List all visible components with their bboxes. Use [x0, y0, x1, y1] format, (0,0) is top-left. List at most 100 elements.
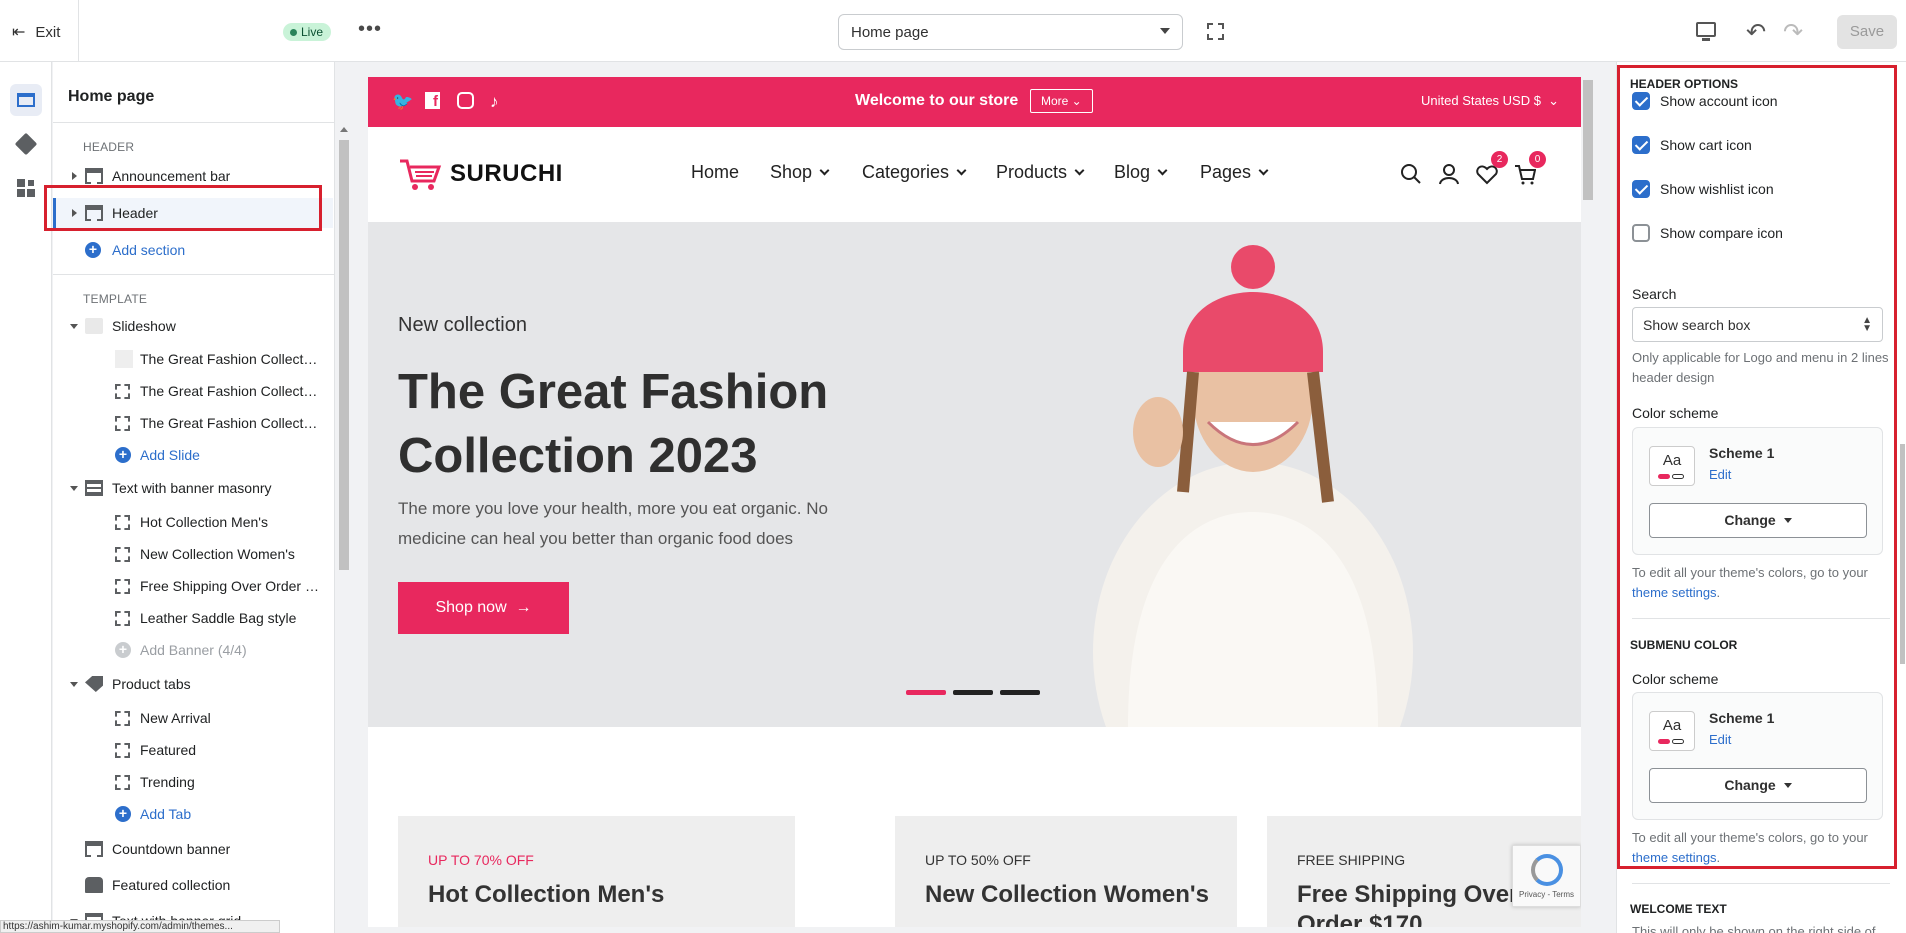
scroll-up-arrow-icon[interactable] — [340, 127, 348, 132]
highlight-box — [1617, 65, 1897, 869]
sidebar-item-slide[interactable]: The Great Fashion Collectio... — [53, 408, 333, 438]
facebook-icon[interactable]: f — [425, 92, 440, 110]
sidebar-item-banner[interactable]: Hot Collection Men's — [53, 507, 333, 537]
recaptcha-badge[interactable]: Privacy - Terms — [1512, 845, 1581, 907]
sidebar-scrollbar[interactable] — [339, 140, 349, 570]
exit-label: Exit — [35, 23, 61, 41]
sidebar-item-label: Product tabs — [112, 676, 191, 692]
announcement-text: Welcome to our store — [855, 92, 1019, 109]
button-label: Shop now — [435, 599, 507, 616]
save-button[interactable]: Save — [1837, 15, 1897, 49]
nav-label: Home — [691, 162, 740, 182]
nav-blog[interactable]: Blog — [1114, 162, 1168, 183]
sidebar-item-banner[interactable]: New Collection Women's — [53, 539, 333, 569]
page-selector[interactable]: Home page — [838, 14, 1183, 50]
sidebar-title: Home page — [68, 88, 155, 105]
logo-cart-icon — [400, 159, 442, 190]
chevron-down-icon — [1258, 165, 1269, 176]
promo-banner[interactable]: UP TO 70% OFF Hot Collection Men's — [398, 816, 795, 927]
status-url: https://ashim-kumar.myshopify.com/admin/… — [0, 920, 280, 933]
expand-icon — [72, 172, 77, 180]
divider — [53, 122, 334, 123]
sidebar-item-featured-collection[interactable]: Featured collection — [53, 870, 333, 900]
wishlist-icon[interactable]: 2 — [1476, 151, 1508, 185]
slide-dot[interactable] — [953, 690, 993, 695]
sidebar-item-label: Trending — [140, 774, 195, 790]
nav-home[interactable]: Home — [691, 162, 739, 183]
exit-button[interactable]: ⇤ Exit — [12, 22, 60, 42]
block-icon — [115, 610, 130, 626]
announcement-more-button[interactable]: More ⌄ — [1030, 89, 1093, 113]
search-icon[interactable] — [1400, 163, 1422, 185]
sidebar-item-label: The Great Fashion Collectio... — [140, 351, 320, 367]
account-icon[interactable] — [1438, 163, 1460, 185]
sidebar-item-slideshow[interactable]: Slideshow — [53, 311, 333, 341]
template-group-label: TEMPLATE — [83, 292, 148, 306]
undo-icon[interactable]: ↶ — [1746, 18, 1766, 47]
sidebar-item-label: Free Shipping Over Order $... — [140, 578, 320, 594]
sidebar-item-countdown-banner[interactable]: Countdown banner — [53, 834, 333, 864]
image-thumbnail-icon — [85, 318, 103, 334]
redo-icon[interactable]: ↷ — [1783, 18, 1803, 47]
panel-scrollbar[interactable] — [1900, 444, 1905, 664]
slide-dot[interactable] — [1000, 690, 1040, 695]
sidebar-item-label: Countdown banner — [112, 841, 231, 857]
theme-settings-nav-button[interactable] — [10, 128, 42, 160]
add-section-button[interactable]: + Add section — [53, 235, 333, 265]
sidebar-item-product-tabs[interactable]: Product tabs — [53, 669, 333, 699]
store-logo[interactable]: SURUCHI — [398, 157, 563, 191]
editor-topbar: ⇤ Exit Live ••• Home page ↶ ↷ Save — [0, 0, 1906, 62]
slide-thumbnail-icon — [115, 350, 133, 368]
chevron-down-icon — [819, 165, 830, 176]
text-section-icon — [85, 480, 103, 496]
sidebar-item-text-with-banner-masonry[interactable]: Text with banner masonry — [53, 473, 333, 503]
nav-label: Pages — [1200, 162, 1252, 182]
nav-pages[interactable]: Pages — [1200, 162, 1269, 183]
sidebar-item-banner[interactable]: Free Shipping Over Order $... — [53, 571, 333, 601]
storefront-preview: 🐦 f ♪ Welcome to our store More ⌄ United… — [368, 77, 1581, 927]
tiktok-icon[interactable]: ♪ — [490, 92, 499, 112]
slide-dot[interactable] — [906, 690, 946, 695]
preview-scrollbar[interactable] — [1583, 80, 1593, 200]
sidebar-item-slide[interactable]: The Great Fashion Collectio... — [53, 376, 333, 406]
shop-now-button[interactable]: Shop now → — [398, 582, 569, 634]
add-tab-label: Add Tab — [140, 806, 192, 822]
chevron-down-icon — [1074, 165, 1085, 176]
block-icon — [115, 578, 130, 594]
nav-products[interactable]: Products — [996, 162, 1085, 183]
live-status-badge: Live — [283, 23, 332, 41]
promo-banner[interactable]: UP TO 50% OFF New Collection Women's — [895, 816, 1237, 927]
twitter-icon[interactable]: 🐦 — [392, 92, 413, 112]
plus-circle-icon: + — [85, 242, 101, 258]
promo-title: New Collection Women's — [925, 881, 1209, 908]
collapse-icon — [70, 681, 78, 687]
block-icon — [115, 774, 130, 790]
cart-icon[interactable]: 0 — [1514, 151, 1546, 185]
nav-categories[interactable]: Categories — [862, 162, 967, 183]
more-actions-icon[interactable]: ••• — [358, 18, 382, 41]
sidebar-item-slide[interactable]: The Great Fashion Collectio... — [53, 344, 333, 374]
instagram-icon[interactable] — [457, 92, 474, 109]
sidebar-item-tab[interactable]: Featured — [53, 735, 333, 765]
nav-shop[interactable]: Shop — [770, 162, 830, 183]
nav-label: Blog — [1114, 162, 1151, 182]
desktop-view-icon[interactable] — [1696, 22, 1716, 41]
sidebar-item-tab[interactable]: New Arrival — [53, 703, 333, 733]
add-tab-button[interactable]: + Add Tab — [53, 799, 333, 829]
sidebar-item-label: Featured collection — [112, 877, 231, 893]
sidebar-item-label: Leather Saddle Bag style — [140, 610, 297, 626]
hero-eyebrow: New collection — [398, 314, 527, 336]
add-banner-button: + Add Banner (4/4) — [53, 635, 333, 665]
sidebar-item-banner[interactable]: Leather Saddle Bag style — [53, 603, 333, 633]
more-label: More — [1041, 94, 1069, 108]
section-icon — [85, 168, 103, 184]
inspector-icon[interactable] — [1207, 23, 1224, 40]
apps-nav-button[interactable] — [10, 172, 42, 204]
block-icon — [115, 710, 130, 726]
currency-selector[interactable]: United States USD $ ⌄ — [1421, 93, 1559, 109]
sections-nav-button[interactable] — [10, 84, 42, 116]
announcement-bar: 🐦 f ♪ Welcome to our store More ⌄ United… — [368, 77, 1581, 127]
add-slide-button[interactable]: + Add Slide — [53, 440, 333, 470]
sidebar-item-tab[interactable]: Trending — [53, 767, 333, 797]
sidebar-item-label: New Collection Women's — [140, 546, 295, 562]
